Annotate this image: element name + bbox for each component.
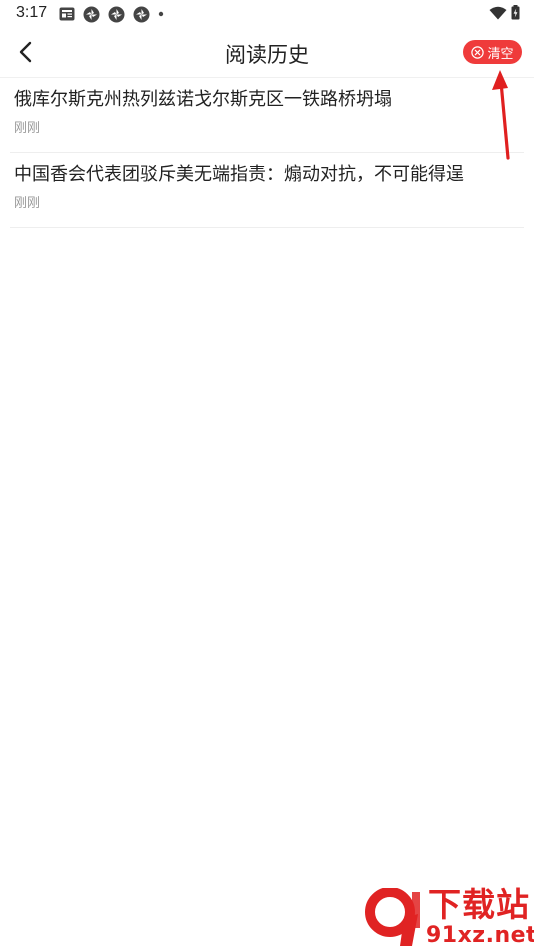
aperture-app-icon — [133, 6, 150, 22]
wifi-icon — [489, 6, 507, 19]
circle-close-icon — [471, 45, 485, 59]
history-item-title: 中国香会代表团驳斥美无端指责：煽动对抗，不可能得逞 — [14, 164, 464, 185]
watermark-domain: 91xz.net — [426, 923, 534, 948]
battery-icon — [511, 5, 520, 20]
reading-history-list: 俄库尔斯克州热列兹诺戈尔斯克区一铁路桥坍塌 刚刚 中国香会代表团驳斥美无端指责：… — [0, 78, 534, 228]
status-bar: 3:17 — [0, 0, 534, 28]
status-time: 3:17 — [16, 4, 48, 21]
history-item[interactable]: 中国香会代表团驳斥美无端指责：煽动对抗，不可能得逞 刚刚 — [10, 153, 524, 228]
aperture-app-icon — [83, 6, 100, 22]
newspaper-app-icon — [59, 7, 75, 21]
site-watermark: 9 下载站 91xz.net — [360, 886, 534, 950]
app-header: 阅读历史 清空 — [0, 28, 534, 78]
history-item-time: 刚刚 — [14, 121, 41, 136]
clear-history-label: 清空 — [487, 46, 514, 62]
clear-history-button[interactable]: 清空 — [463, 40, 522, 64]
watermark-name: 下载站 — [428, 885, 530, 924]
watermark-logo: 9 — [365, 888, 420, 946]
aperture-app-icon — [108, 6, 125, 22]
more-dot-icon — [158, 11, 164, 17]
notification-icons — [59, 5, 172, 23]
history-item-title: 俄库尔斯克州热列兹诺戈尔斯克区一铁路桥坍塌 — [14, 89, 392, 110]
history-item-time: 刚刚 — [14, 196, 41, 211]
system-icons — [485, 5, 520, 20]
history-item[interactable]: 俄库尔斯克州热列兹诺戈尔斯克区一铁路桥坍塌 刚刚 — [10, 78, 524, 153]
page-title: 阅读历史 — [225, 43, 309, 67]
watermark-logo-text: 9 — [382, 901, 397, 926]
